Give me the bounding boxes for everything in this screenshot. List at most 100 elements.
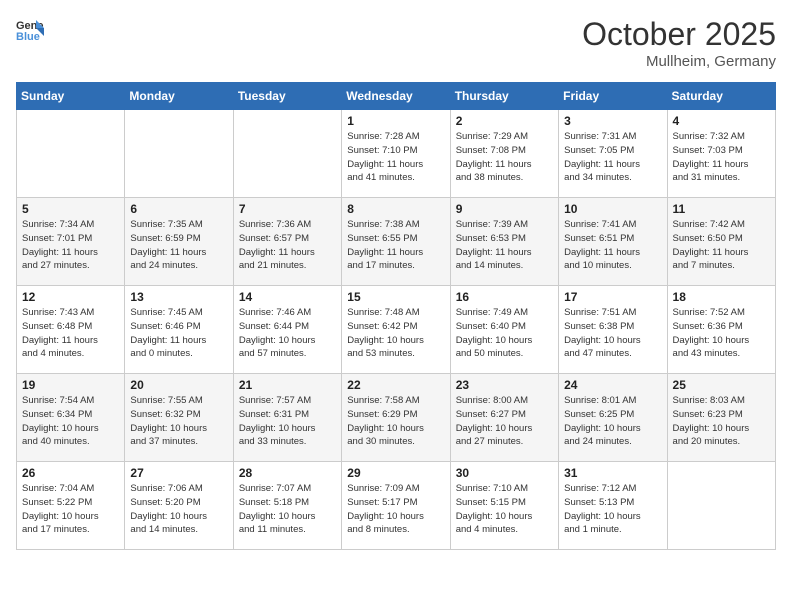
- table-row: 18Sunrise: 7:52 AM Sunset: 6:36 PM Dayli…: [667, 286, 775, 374]
- day-info: Sunrise: 7:41 AM Sunset: 6:51 PM Dayligh…: [564, 218, 661, 273]
- table-row: 2Sunrise: 7:29 AM Sunset: 7:08 PM Daylig…: [450, 110, 558, 198]
- calendar-week-row: 1 Sunrise: 7:28 AM Sunset: 7:10 PM Daylig…: [17, 110, 776, 198]
- day-info: Sunrise: 7:49 AM Sunset: 6:40 PM Dayligh…: [456, 306, 553, 361]
- day-info: Sunrise: 7:28 AM Sunset: 7:10 PM Dayligh…: [347, 130, 444, 185]
- table-row: 10 Sunrise: 7:41 AM Sunset: 6:51 PM Dayli…: [559, 198, 667, 286]
- table-row: [125, 110, 233, 198]
- day-info: Sunrise: 7:46 AM Sunset: 6:44 PM Dayligh…: [239, 306, 336, 361]
- table-row: 16 Sunrise: 7:49 AM Sunset: 6:40 PM Dayli…: [450, 286, 558, 374]
- day-info: Sunrise: 7:31 AM Sunset: 7:05 PM Dayligh…: [564, 130, 661, 185]
- table-row: [233, 110, 341, 198]
- day-info: Sunrise: 7:55 AM Sunset: 6:32 PM Dayligh…: [130, 394, 227, 449]
- day-info: Sunrise: 7:34 AM Sunset: 7:01 PM Dayligh…: [22, 218, 119, 273]
- table-row: 31 Sunrise: 7:12 AM Sunset: 5:13 PM Dayli…: [559, 462, 667, 550]
- day-number: 26: [22, 466, 119, 480]
- table-row: [667, 462, 775, 550]
- table-row: 21Sunrise: 7:57 AM Sunset: 6:31 PM Dayli…: [233, 374, 341, 462]
- header-sunday: Sunday: [17, 83, 125, 110]
- day-number: 30: [456, 466, 553, 480]
- table-row: 15Sunrise: 7:48 AM Sunset: 6:42 PM Dayli…: [342, 286, 450, 374]
- logo: General Blue: [16, 16, 44, 44]
- calendar-header-row: Sunday Monday Tuesday Wednesday Thursday…: [17, 83, 776, 110]
- day-info: Sunrise: 7:43 AM Sunset: 6:48 PM Dayligh…: [22, 306, 119, 361]
- table-row: 24 Sunrise: 8:01 AM Sunset: 6:25 PM Dayli…: [559, 374, 667, 462]
- table-row: 14 Sunrise: 7:46 AM Sunset: 6:44 PM Dayli…: [233, 286, 341, 374]
- day-info: Sunrise: 7:42 AM Sunset: 6:50 PM Dayligh…: [673, 218, 770, 273]
- day-info: Sunrise: 7:45 AM Sunset: 6:46 PM Dayligh…: [130, 306, 227, 361]
- day-number: 23: [456, 378, 553, 392]
- day-info: Sunrise: 7:04 AM Sunset: 5:22 PM Dayligh…: [22, 482, 119, 537]
- table-row: 17 Sunrise: 7:51 AM Sunset: 6:38 PM Dayli…: [559, 286, 667, 374]
- day-number: 14: [239, 290, 336, 304]
- table-row: 8 Sunrise: 7:38 AM Sunset: 6:55 PM Daylig…: [342, 198, 450, 286]
- day-info: Sunrise: 7:09 AM Sunset: 5:17 PM Dayligh…: [347, 482, 444, 537]
- day-number: 28: [239, 466, 336, 480]
- day-info: Sunrise: 8:01 AM Sunset: 6:25 PM Dayligh…: [564, 394, 661, 449]
- day-info: Sunrise: 7:29 AM Sunset: 7:08 PM Dayligh…: [456, 130, 553, 185]
- day-number: 21: [239, 378, 336, 392]
- table-row: 6 Sunrise: 7:35 AM Sunset: 6:59 PM Daylig…: [125, 198, 233, 286]
- day-info: Sunrise: 7:51 AM Sunset: 6:38 PM Dayligh…: [564, 306, 661, 361]
- day-info: Sunrise: 7:52 AM Sunset: 6:36 PM Dayligh…: [673, 306, 770, 361]
- table-row: 25Sunrise: 8:03 AM Sunset: 6:23 PM Dayli…: [667, 374, 775, 462]
- day-number: 12: [22, 290, 119, 304]
- table-row: 9Sunrise: 7:39 AM Sunset: 6:53 PM Daylig…: [450, 198, 558, 286]
- day-number: 19: [22, 378, 119, 392]
- day-number: 1: [347, 114, 444, 128]
- header-saturday: Saturday: [667, 83, 775, 110]
- day-info: Sunrise: 7:35 AM Sunset: 6:59 PM Dayligh…: [130, 218, 227, 273]
- day-number: 16: [456, 290, 553, 304]
- day-info: Sunrise: 7:38 AM Sunset: 6:55 PM Dayligh…: [347, 218, 444, 273]
- day-number: 20: [130, 378, 227, 392]
- day-number: 13: [130, 290, 227, 304]
- day-info: Sunrise: 7:48 AM Sunset: 6:42 PM Dayligh…: [347, 306, 444, 361]
- day-number: 22: [347, 378, 444, 392]
- table-row: 29 Sunrise: 7:09 AM Sunset: 5:17 PM Dayli…: [342, 462, 450, 550]
- table-row: 5 Sunrise: 7:34 AM Sunset: 7:01 PM Daylig…: [17, 198, 125, 286]
- calendar-week-row: 26 Sunrise: 7:04 AM Sunset: 5:22 PM Dayli…: [17, 462, 776, 550]
- day-info: Sunrise: 7:39 AM Sunset: 6:53 PM Dayligh…: [456, 218, 553, 273]
- day-info: Sunrise: 8:00 AM Sunset: 6:27 PM Dayligh…: [456, 394, 553, 449]
- table-row: 28Sunrise: 7:07 AM Sunset: 5:18 PM Dayli…: [233, 462, 341, 550]
- page-header: General Blue October 2025 Mullheim, Germ…: [16, 16, 776, 70]
- day-info: Sunrise: 7:58 AM Sunset: 6:29 PM Dayligh…: [347, 394, 444, 449]
- title-block: October 2025 Mullheim, Germany: [582, 16, 776, 70]
- day-number: 31: [564, 466, 661, 480]
- table-row: 1 Sunrise: 7:28 AM Sunset: 7:10 PM Daylig…: [342, 110, 450, 198]
- day-number: 17: [564, 290, 661, 304]
- day-number: 27: [130, 466, 227, 480]
- day-number: 29: [347, 466, 444, 480]
- month-title: October 2025: [582, 16, 776, 53]
- table-row: 22 Sunrise: 7:58 AM Sunset: 6:29 PM Dayli…: [342, 374, 450, 462]
- logo-icon: General Blue: [16, 16, 44, 44]
- day-info: Sunrise: 7:36 AM Sunset: 6:57 PM Dayligh…: [239, 218, 336, 273]
- header-monday: Monday: [125, 83, 233, 110]
- table-row: 19Sunrise: 7:54 AM Sunset: 6:34 PM Dayli…: [17, 374, 125, 462]
- calendar-week-row: 12 Sunrise: 7:43 AM Sunset: 6:48 PM Dayli…: [17, 286, 776, 374]
- day-number: 7: [239, 202, 336, 216]
- day-number: 11: [673, 202, 770, 216]
- day-info: Sunrise: 7:32 AM Sunset: 7:03 PM Dayligh…: [673, 130, 770, 185]
- day-info: Sunrise: 7:06 AM Sunset: 5:20 PM Dayligh…: [130, 482, 227, 537]
- day-number: 10: [564, 202, 661, 216]
- calendar-week-row: 5 Sunrise: 7:34 AM Sunset: 7:01 PM Daylig…: [17, 198, 776, 286]
- day-number: 5: [22, 202, 119, 216]
- day-number: 6: [130, 202, 227, 216]
- day-info: Sunrise: 7:12 AM Sunset: 5:13 PM Dayligh…: [564, 482, 661, 537]
- location-subtitle: Mullheim, Germany: [582, 53, 776, 70]
- header-friday: Friday: [559, 83, 667, 110]
- day-info: Sunrise: 7:10 AM Sunset: 5:15 PM Dayligh…: [456, 482, 553, 537]
- table-row: [17, 110, 125, 198]
- day-number: 25: [673, 378, 770, 392]
- table-row: 11 Sunrise: 7:42 AM Sunset: 6:50 PM Dayli…: [667, 198, 775, 286]
- day-number: 4: [673, 114, 770, 128]
- day-number: 3: [564, 114, 661, 128]
- table-row: 7 Sunrise: 7:36 AM Sunset: 6:57 PM Daylig…: [233, 198, 341, 286]
- day-number: 8: [347, 202, 444, 216]
- table-row: 30 Sunrise: 7:10 AM Sunset: 5:15 PM Dayli…: [450, 462, 558, 550]
- table-row: 27 Sunrise: 7:06 AM Sunset: 5:20 PM Dayli…: [125, 462, 233, 550]
- table-row: 26 Sunrise: 7:04 AM Sunset: 5:22 PM Dayli…: [17, 462, 125, 550]
- table-row: 20 Sunrise: 7:55 AM Sunset: 6:32 PM Dayli…: [125, 374, 233, 462]
- table-row: 12 Sunrise: 7:43 AM Sunset: 6:48 PM Dayli…: [17, 286, 125, 374]
- day-number: 24: [564, 378, 661, 392]
